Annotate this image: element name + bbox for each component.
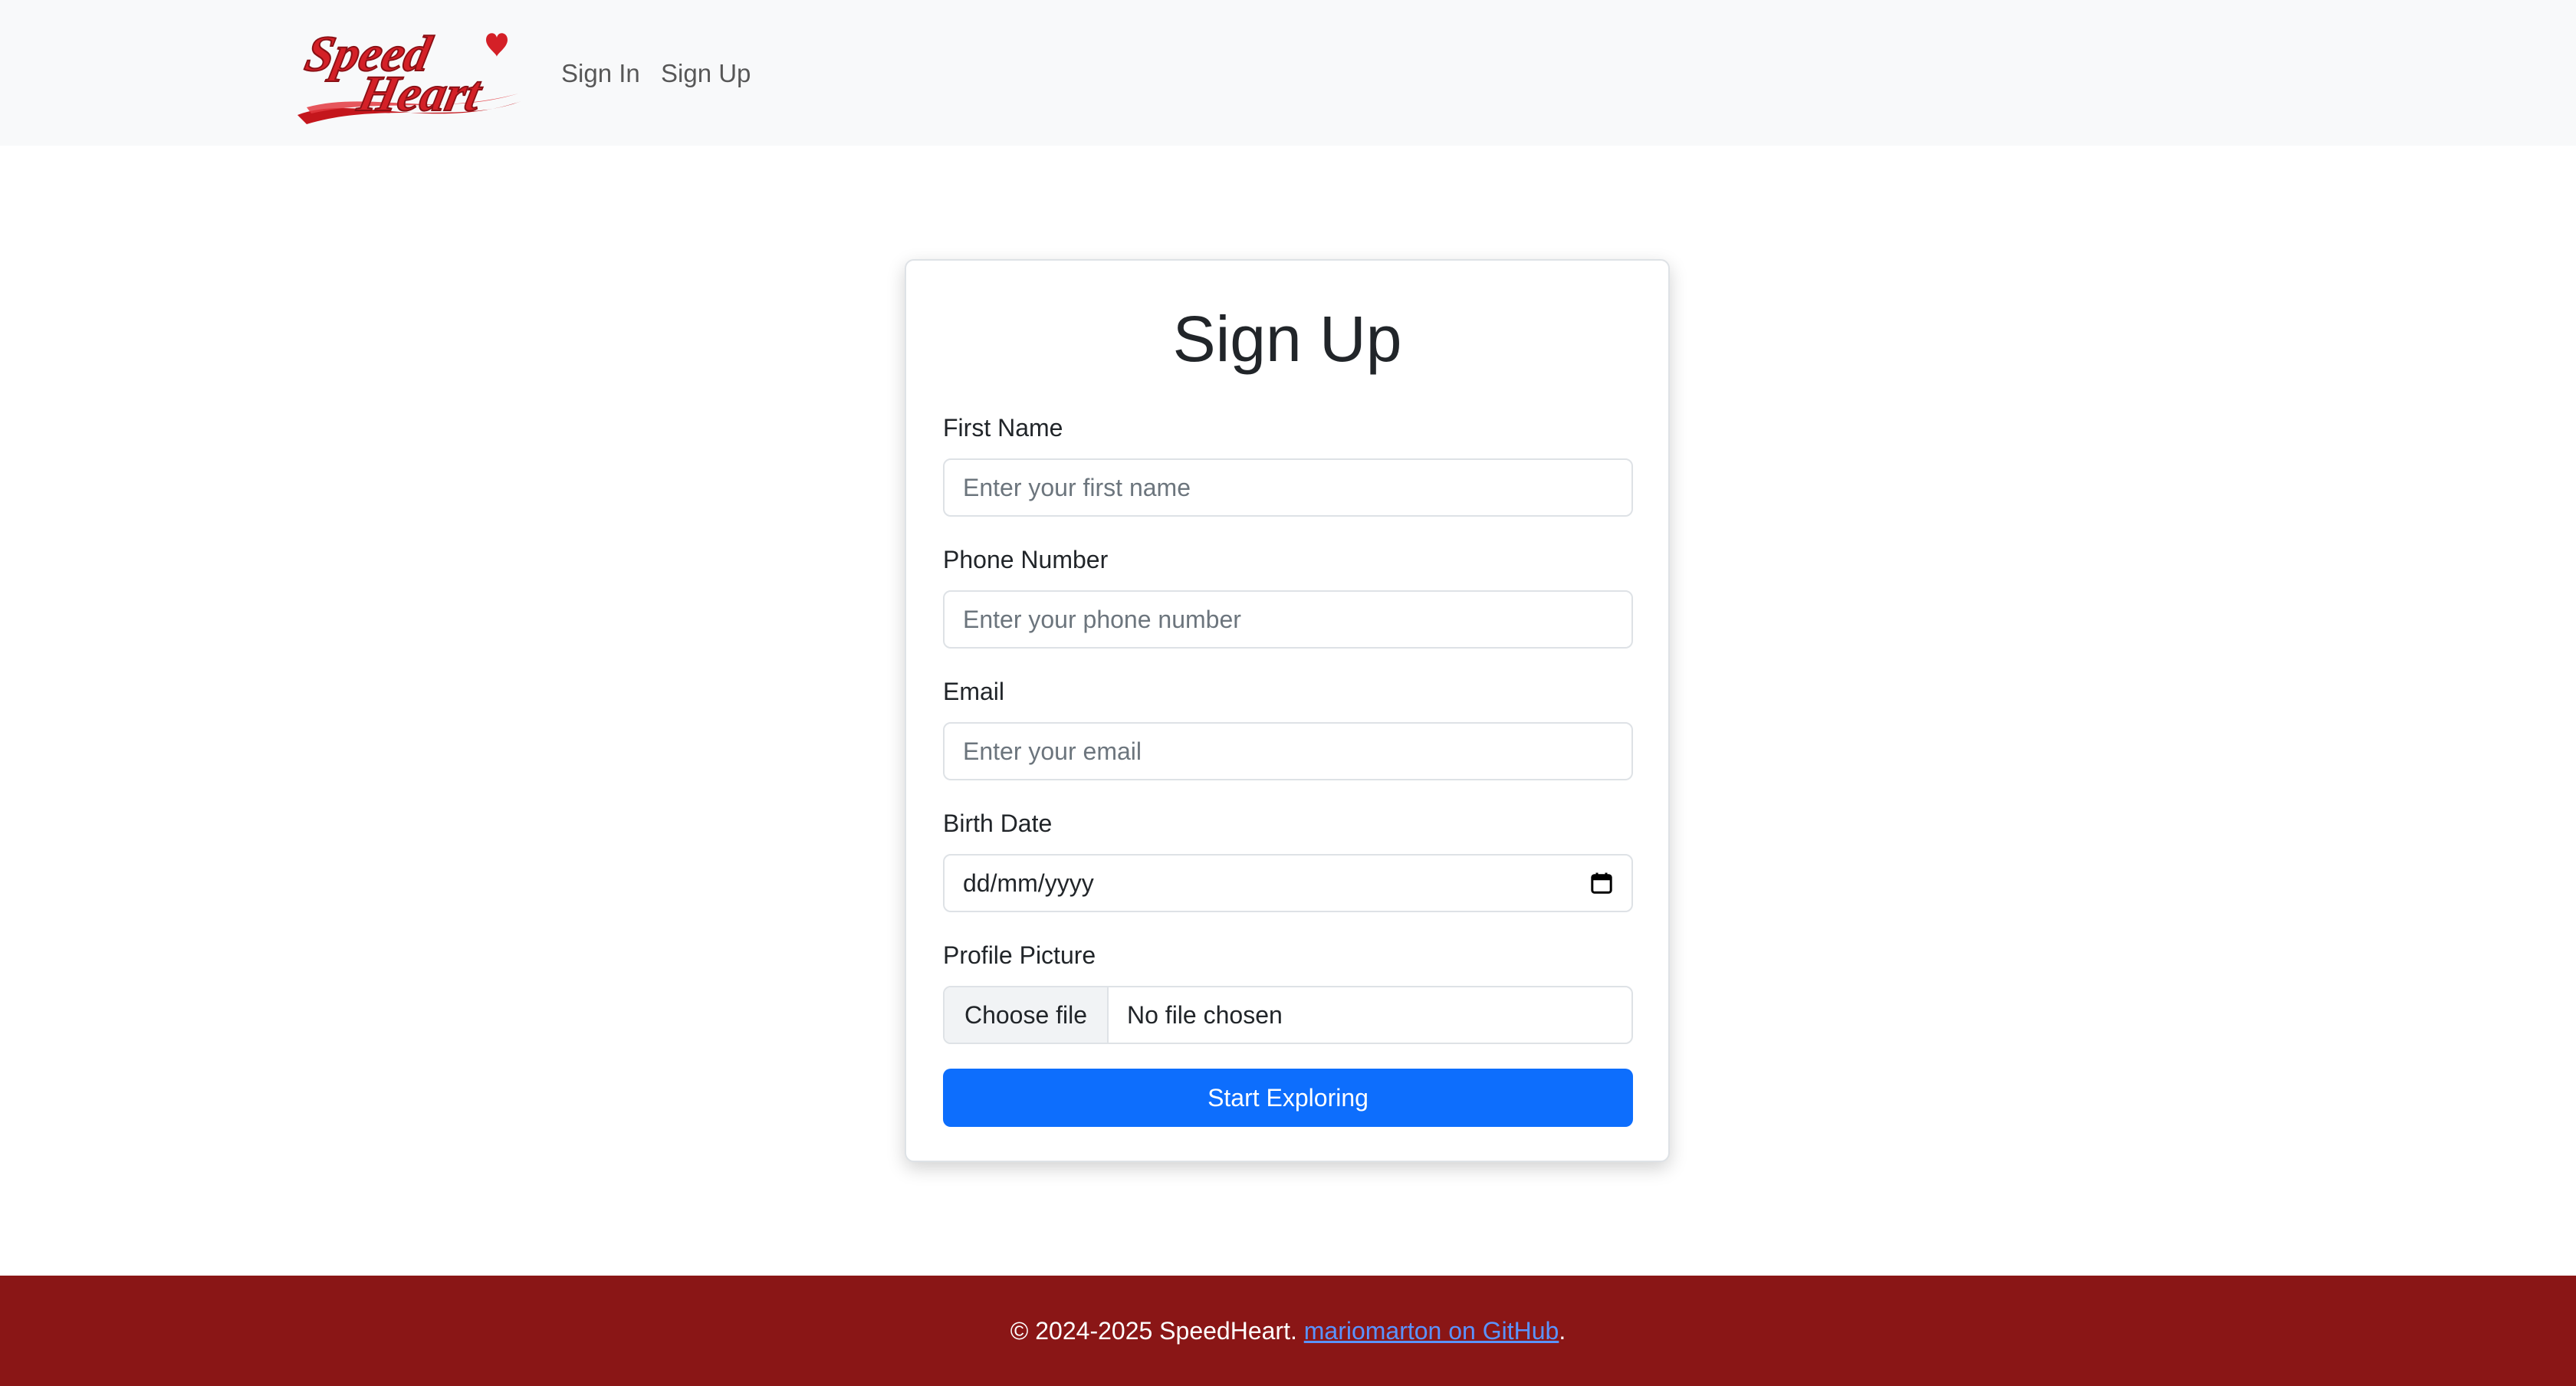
first-name-label: First Name [943, 414, 1063, 442]
nav-link-sign-up[interactable]: Sign Up [661, 55, 751, 92]
brand-logo[interactable]: Speed Heart [291, 17, 529, 130]
navbar: Speed Heart Sign In Sign Up [0, 0, 2576, 146]
email-input[interactable] [943, 722, 1633, 780]
speedheart-logo-icon: Speed Heart [297, 26, 521, 124]
footer: © 2024-2025 SpeedHeart. mariomarton on G… [0, 1276, 2576, 1386]
footer-copyright: © 2024-2025 SpeedHeart. [1010, 1316, 1297, 1345]
email-label: Email [943, 678, 1005, 705]
phone-number-label: Phone Number [943, 546, 1109, 573]
svg-text:Heart: Heart [353, 67, 488, 122]
calendar-icon[interactable] [1590, 872, 1613, 895]
signup-card: Sign Up First Name Phone Number Email Bi… [905, 259, 1670, 1162]
birth-date-input[interactable]: dd/mm/yyyy [943, 854, 1633, 912]
footer-trailing: . [1559, 1316, 1566, 1345]
form-title: Sign Up [1172, 303, 1402, 375]
birth-date-label: Birth Date [943, 810, 1053, 837]
start-exploring-button[interactable]: Start Exploring [943, 1069, 1633, 1127]
profile-picture-label: Profile Picture [943, 941, 1096, 969]
birth-date-format: dd/mm/yyyy [963, 869, 1094, 897]
github-link[interactable]: mariomarton on GitHub [1304, 1317, 1559, 1345]
file-status-text: No file chosen [1127, 1000, 1283, 1029]
first-name-input[interactable] [943, 458, 1633, 517]
choose-file-button[interactable]: Choose file [945, 987, 1109, 1043]
phone-number-input[interactable] [943, 590, 1633, 649]
profile-picture-input[interactable]: Choose file No file chosen [943, 986, 1633, 1044]
nav-link-sign-in[interactable]: Sign In [561, 55, 640, 92]
